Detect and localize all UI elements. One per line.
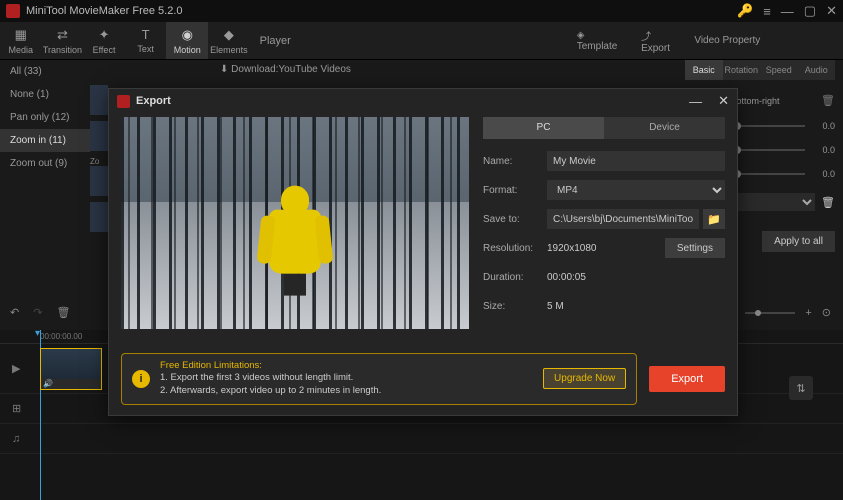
category-list: All (33) None (1) Pan only (12) Zoom in …: [0, 60, 90, 175]
apply-all-button[interactable]: Apply to all: [762, 231, 835, 252]
tab-pc[interactable]: PC: [483, 117, 604, 139]
menu-icon[interactable]: ≡: [763, 4, 771, 19]
zoom-in-icon[interactable]: +: [805, 307, 811, 319]
dialog-close-icon[interactable]: ✕: [718, 93, 729, 109]
free-limitations-banner: i Free Edition Limitations: 1. Export th…: [121, 353, 637, 405]
delete-icon[interactable]: 🗑: [56, 306, 70, 319]
resolution-value: 1920x1080: [547, 243, 659, 254]
download-youtube-link[interactable]: Download:YouTube Videos: [220, 64, 351, 75]
tool-effect[interactable]: ✦Effect: [83, 27, 125, 55]
transition-icon: ⇄: [57, 27, 68, 43]
format-select[interactable]: MP4: [547, 180, 725, 200]
export-target-tabs: PC Device: [483, 117, 725, 139]
export-form: PC Device Name: Format: MP4 Save to: 📁 R…: [483, 117, 725, 329]
media-icon: ▦: [15, 27, 27, 43]
cat-zoomin[interactable]: Zoom in (11): [0, 129, 90, 152]
export-dialog: Export — ✕ PC Device Name: Format: MP4 S…: [108, 88, 738, 416]
tab-audio[interactable]: Audio: [798, 60, 836, 80]
saveto-input[interactable]: [547, 209, 699, 229]
settings-button[interactable]: Settings: [665, 238, 725, 258]
main-toolbar: ▦Media ⇄Transition ✦Effect TText ◉Motion…: [0, 22, 843, 60]
motion-icon: ◉: [182, 27, 193, 43]
player-header: Player: [250, 35, 577, 47]
tab-basic[interactable]: Basic: [685, 60, 723, 80]
export-button-top[interactable]: ⤴ Export: [641, 28, 682, 54]
clip-audio-icon: 🔊: [41, 379, 101, 389]
limits-line1: 1. Export the first 3 videos without len…: [160, 372, 533, 385]
motion-thumbnails: Zo: [90, 85, 110, 238]
trash-icon[interactable]: 🗑: [821, 196, 835, 209]
overlay-track-icon: ⊞: [12, 402, 21, 415]
export-preview: [121, 117, 469, 329]
info-icon: i: [132, 370, 150, 388]
thumb-item[interactable]: [90, 202, 108, 232]
dialog-title: Export: [136, 95, 673, 107]
tab-speed[interactable]: Speed: [760, 60, 798, 80]
key-icon[interactable]: 🔑: [737, 3, 753, 19]
trash-icon[interactable]: 🗑: [821, 94, 835, 107]
size-label: Size:: [483, 301, 547, 312]
minimize-icon[interactable]: —: [781, 4, 794, 19]
format-label: Format:: [483, 185, 547, 196]
thumb-item[interactable]: [90, 121, 108, 151]
name-label: Name:: [483, 156, 547, 167]
tool-text[interactable]: TText: [125, 27, 167, 54]
size-value: 5 M: [547, 301, 725, 312]
zoom-slider[interactable]: [745, 312, 795, 314]
audio-track[interactable]: ♫: [0, 424, 843, 454]
cat-pan[interactable]: Pan only (12): [0, 106, 90, 129]
maximize-icon[interactable]: ▢: [804, 3, 816, 19]
tool-motion[interactable]: ◉Motion: [166, 22, 208, 59]
dialog-header: Export — ✕: [109, 89, 737, 113]
swap-icon[interactable]: ⇅: [789, 376, 813, 400]
template-button[interactable]: ◈ Template: [577, 30, 627, 52]
browse-folder-icon[interactable]: 📁: [703, 209, 725, 229]
tab-device[interactable]: Device: [604, 117, 725, 139]
video-clip[interactable]: 🔊: [40, 348, 102, 390]
limits-header: Free Edition Limitations:: [160, 360, 533, 373]
undo-icon[interactable]: ↶: [10, 306, 19, 319]
duration-label: Duration:: [483, 272, 547, 283]
tab-rotation[interactable]: Rotation: [723, 60, 761, 80]
name-input[interactable]: [547, 151, 725, 171]
saveto-label: Save to:: [483, 214, 547, 225]
upgrade-button[interactable]: Upgrade Now: [543, 368, 626, 389]
cat-zoomout[interactable]: Zoom out (9): [0, 152, 90, 175]
redo-icon[interactable]: ↷: [33, 306, 42, 319]
app-logo: [6, 4, 20, 18]
elements-icon: ◆: [224, 27, 234, 43]
dialog-minimize-icon[interactable]: —: [689, 94, 702, 109]
titlebar: MiniTool MovieMaker Free 5.2.0 🔑 ≡ — ▢ ✕: [0, 0, 843, 22]
video-property-header: Video Property: [694, 35, 843, 46]
limits-line2: 2. Afterwards, export video up to 2 minu…: [160, 385, 533, 398]
tool-transition[interactable]: ⇄Transition: [42, 27, 84, 55]
cat-all[interactable]: All (33): [0, 60, 90, 83]
dialog-logo: [117, 95, 130, 108]
close-icon[interactable]: ✕: [826, 3, 837, 19]
export-button[interactable]: Export: [649, 366, 725, 392]
app-title: MiniTool MovieMaker Free 5.2.0: [26, 5, 731, 17]
fit-icon[interactable]: ⊙: [822, 306, 831, 319]
tool-media[interactable]: ▦Media: [0, 27, 42, 55]
music-track-icon: ♫: [12, 433, 20, 445]
tool-elements[interactable]: ◆Elements: [208, 27, 250, 55]
thumb-item[interactable]: [90, 166, 108, 196]
text-icon: T: [142, 27, 150, 42]
cat-none[interactable]: None (1): [0, 83, 90, 106]
duration-value: 00:00:05: [547, 272, 725, 283]
thumb-item[interactable]: [90, 85, 108, 115]
effect-icon: ✦: [99, 27, 110, 43]
resolution-label: Resolution:: [483, 243, 547, 254]
timeline-controls: ↶ ↷ 🗑: [10, 306, 70, 319]
video-track-icon: ▶: [12, 362, 20, 375]
